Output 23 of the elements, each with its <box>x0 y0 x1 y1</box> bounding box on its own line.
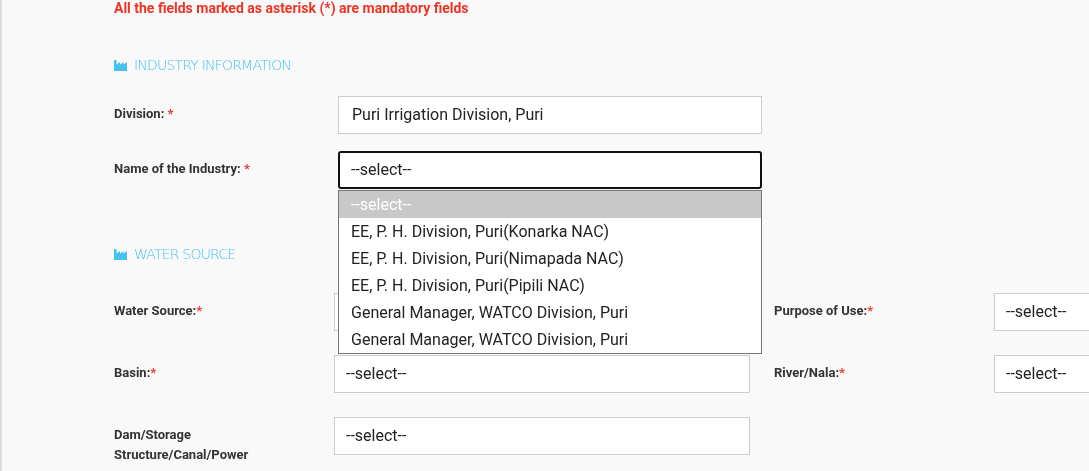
section-title: INDUSTRY INFORMATION <box>134 55 292 75</box>
select-field[interactable]: --select-- <box>334 417 750 455</box>
dropdown-option[interactable]: General Manager, WATCO Division, Puri <box>339 299 761 326</box>
field-label: Name of the Industry: * <box>114 160 251 178</box>
field-label: Water Source:* <box>114 302 204 320</box>
field-label: River/Nala:* <box>774 364 846 382</box>
dropdown-option[interactable]: General Manager, WATCO Division, Puri <box>339 326 761 353</box>
field-label: Basin:* <box>114 364 158 382</box>
mandatory-notice: All the fields marked as asterisk (*) are mandatory fields <box>114 0 470 16</box>
factory-icon <box>114 59 128 71</box>
select-field[interactable]: --select-- <box>994 355 1089 393</box>
select-field[interactable]: --select-- <box>334 355 750 393</box>
field-label: Dam/Storage Structure/Canal/Power <box>114 426 250 464</box>
dropdown-option[interactable]: EE, P. H. Division, Puri(Pipili NAC) <box>339 272 761 299</box>
dropdown-option[interactable]: EE, P. H. Division, Puri(Konarka NAC) <box>339 218 761 245</box>
field-label: Division: * <box>114 105 175 123</box>
select-field[interactable]: --select-- <box>994 293 1089 331</box>
select-field[interactable]: --select-- <box>338 151 762 189</box>
dropdown-option[interactable]: EE, P. H. Division, Puri(Nimapada NAC) <box>339 245 761 272</box>
factory-icon <box>114 248 128 260</box>
section-title: WATER SOURCE <box>134 244 236 264</box>
input-field[interactable]: Puri Irrigation Division, Puri <box>338 96 762 134</box>
field-label: Purpose of Use:* <box>774 302 875 320</box>
